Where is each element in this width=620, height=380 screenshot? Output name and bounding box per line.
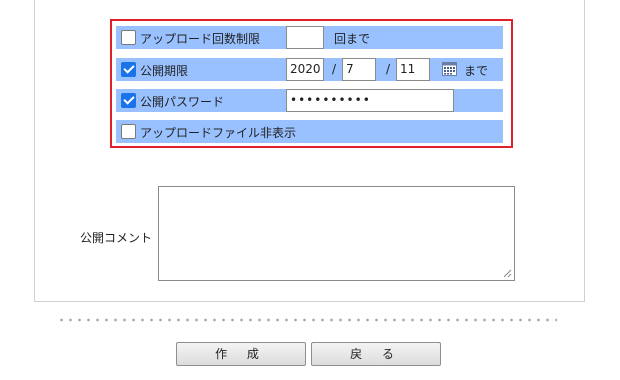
upload-limit-checkbox[interactable]: [121, 30, 136, 45]
password-input[interactable]: ••••••••••: [286, 89, 454, 112]
upload-limit-label: アップロード回数制限: [140, 32, 261, 46]
option-row-password: 公開パスワード ••••••••••: [116, 89, 503, 112]
upload-count-input[interactable]: [286, 26, 324, 49]
dotted-divider: [57, 318, 557, 322]
expiry-suffix: まで: [464, 64, 489, 78]
date-separator: /: [332, 62, 337, 76]
hide-file-checkbox[interactable]: [121, 124, 136, 139]
calendar-icon[interactable]: [442, 61, 457, 76]
expiry-label: 公開期限: [140, 64, 189, 78]
expiry-year-input[interactable]: 2020: [286, 58, 324, 81]
expiry-day-input[interactable]: 11: [396, 58, 430, 81]
create-button[interactable]: 作 成: [176, 342, 306, 366]
option-row-expiry: 公開期限 2020 / 7 / 11 まで: [116, 58, 503, 81]
hide-file-label: アップロードファイル非表示: [140, 126, 297, 140]
date-separator: /: [386, 62, 391, 76]
option-row-hide-file: アップロードファイル非表示: [116, 120, 503, 143]
password-checkbox[interactable]: [121, 93, 136, 108]
password-label: 公開パスワード: [140, 95, 225, 109]
expiry-checkbox[interactable]: [121, 62, 136, 77]
upload-count-suffix: 回まで: [334, 32, 371, 46]
option-row-upload-limit: アップロード回数制限 回まで: [116, 26, 503, 49]
back-button[interactable]: 戻 る: [311, 342, 441, 366]
resize-grip-icon[interactable]: [503, 269, 512, 278]
comment-textarea[interactable]: [158, 186, 515, 281]
comment-label: 公開コメント: [80, 231, 153, 245]
expiry-month-input[interactable]: 7: [342, 58, 376, 81]
